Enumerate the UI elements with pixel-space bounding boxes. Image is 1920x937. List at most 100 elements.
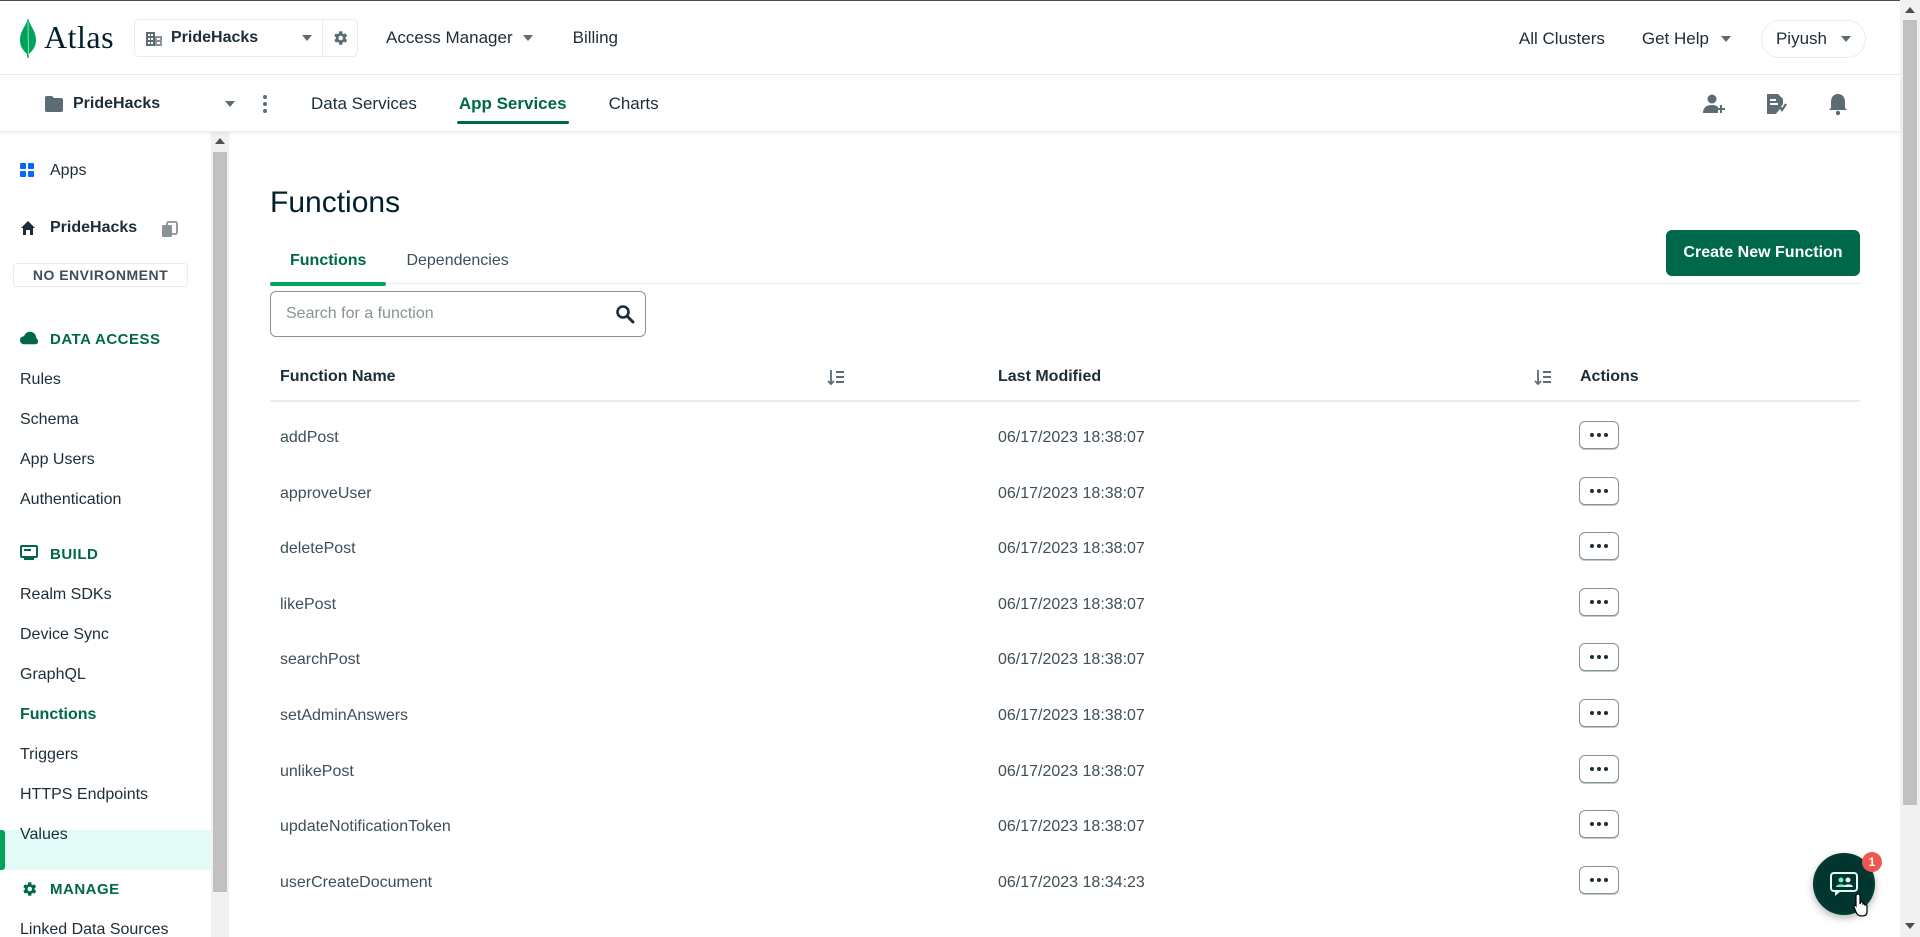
copy-app-id-icon[interactable] — [161, 221, 179, 239]
main-content: Functions Functions Dependencies Create … — [230, 132, 1900, 937]
section-heading-label: MANAGE — [50, 880, 120, 898]
column-header-function-name: Function Name — [280, 368, 396, 385]
organization-selector: PrideHacks — [134, 18, 358, 57]
all-clusters-link[interactable]: All Clusters — [1519, 29, 1605, 49]
row-actions-button[interactable] — [1579, 588, 1619, 616]
last-modified-cell: 06/17/2023 18:38:07 — [998, 651, 1145, 668]
function-name-cell[interactable]: setAdminAnswers — [280, 707, 408, 725]
sidebar-item-triggers[interactable]: Triggers — [20, 746, 78, 764]
sidebar-scrollbar-thumb[interactable] — [213, 152, 227, 892]
last-modified-cell: 06/17/2023 18:38:07 — [998, 429, 1145, 446]
table-row[interactable]: searchPost 06/17/2023 18:38:07 — [270, 633, 1860, 689]
access-manager-menu[interactable]: Access Manager — [386, 28, 533, 48]
function-name-cell[interactable]: approveUser — [280, 485, 372, 503]
service-tabs: Data Services App Services Charts — [311, 76, 701, 132]
search-input[interactable] — [286, 305, 606, 323]
tab-app-services[interactable]: App Services — [456, 76, 569, 132]
table-row[interactable]: likePost 06/17/2023 18:38:07 — [270, 578, 1860, 634]
section-heading-build: BUILD — [20, 545, 98, 563]
chevron-down-icon — [302, 34, 312, 41]
table-row[interactable]: unlikePost 06/17/2023 18:38:07 — [270, 745, 1860, 801]
user-name: Piyush — [1775, 28, 1827, 48]
folder-icon — [45, 95, 63, 112]
sidebar-item-device-sync[interactable]: Device Sync — [20, 626, 109, 644]
gear-icon — [334, 30, 348, 45]
sidebar-item-apps[interactable]: Apps — [20, 162, 86, 180]
tab-charts[interactable]: Charts — [609, 76, 659, 132]
org-dropdown[interactable]: PrideHacks — [135, 19, 323, 56]
row-actions-button[interactable] — [1579, 532, 1619, 560]
row-actions-button[interactable] — [1579, 477, 1619, 505]
billing-link[interactable]: Billing — [573, 28, 618, 48]
search-icon[interactable] — [615, 304, 635, 324]
row-actions-button[interactable] — [1579, 699, 1619, 727]
sidebar-item-realm-sdks[interactable]: Realm SDKs — [20, 586, 112, 604]
table-row[interactable]: approveUser 06/17/2023 18:38:07 — [270, 467, 1860, 523]
last-modified-cell: 06/17/2023 18:38:07 — [998, 763, 1145, 780]
top-nav: Access Manager Billing — [386, 28, 658, 48]
logo-text: Atlas — [44, 19, 115, 55]
get-help-label: Get Help — [1641, 28, 1709, 48]
row-actions-button[interactable] — [1579, 421, 1619, 449]
table-row[interactable]: userCreateDocument 06/17/2023 18:34:23 — [270, 856, 1860, 912]
chevron-down-icon — [1841, 35, 1851, 42]
function-name-cell[interactable]: userCreateDocument — [280, 874, 432, 892]
project-bar: PrideHacks Data Services App Services Ch… — [0, 76, 1900, 132]
hand-cursor-icon — [1853, 893, 1868, 917]
tab-functions[interactable]: Functions — [270, 237, 387, 286]
row-actions-button[interactable] — [1579, 810, 1619, 838]
user-menu[interactable]: Piyush — [1760, 19, 1866, 58]
last-modified-cell: 06/17/2023 18:38:07 — [998, 707, 1145, 724]
add-user-icon[interactable] — [1702, 92, 1726, 116]
scroll-down-icon[interactable] — [1905, 923, 1915, 929]
function-name-cell[interactable]: searchPost — [280, 651, 360, 669]
column-header-actions: Actions — [1580, 368, 1639, 385]
table-row[interactable]: addPost 06/17/2023 18:38:07 — [270, 411, 1860, 467]
table-row[interactable]: updateNotificationToken 06/17/2023 18:38… — [270, 800, 1860, 856]
chevron-down-icon — [225, 100, 235, 107]
activity-feed-icon[interactable] — [1764, 92, 1788, 116]
create-new-function-button[interactable]: Create New Function — [1666, 230, 1860, 276]
project-selector[interactable]: PrideHacks — [45, 95, 235, 113]
table-row[interactable]: deletePost 06/17/2023 18:38:07 — [270, 522, 1860, 578]
function-name-cell[interactable]: unlikePost — [280, 763, 354, 781]
sidebar-item-app-home[interactable]: PrideHacks — [20, 219, 137, 237]
sidebar-item-graphql[interactable]: GraphQL — [20, 666, 86, 684]
scroll-up-icon[interactable] — [215, 138, 225, 144]
section-heading-label: BUILD — [50, 545, 99, 563]
row-actions-button[interactable] — [1579, 755, 1619, 783]
function-name-cell[interactable]: likePost — [280, 596, 336, 614]
function-name-cell[interactable]: addPost — [280, 429, 339, 447]
sidebar-item-schema[interactable]: Schema — [20, 411, 79, 429]
mongodb-leaf-icon — [20, 17, 36, 58]
last-modified-cell: 06/17/2023 18:38:07 — [998, 818, 1145, 835]
sidebar-item-app-users[interactable]: App Users — [20, 451, 95, 469]
sort-icon[interactable] — [1534, 368, 1552, 386]
sidebar-item-label: Apps — [50, 162, 87, 179]
atlas-logo[interactable]: Atlas — [18, 17, 118, 58]
bell-icon[interactable] — [1826, 92, 1850, 116]
environment-badge: NO ENVIRONMENT — [13, 263, 188, 287]
last-modified-cell: 06/17/2023 18:38:07 — [998, 596, 1145, 613]
gear-icon — [20, 880, 38, 898]
function-name-cell[interactable]: updateNotificationToken — [280, 818, 451, 836]
get-help-menu[interactable]: Get Help — [1642, 29, 1731, 49]
sidebar-item-authentication[interactable]: Authentication — [20, 491, 121, 509]
scroll-up-icon[interactable] — [1905, 7, 1915, 13]
last-modified-cell: 06/17/2023 18:38:07 — [998, 485, 1145, 502]
row-actions-button[interactable] — [1579, 866, 1619, 894]
sidebar-item-https-endpoints[interactable]: HTTPS Endpoints — [20, 786, 148, 804]
tab-data-services[interactable]: Data Services — [311, 76, 417, 132]
sidebar-item-values[interactable]: Values — [20, 826, 68, 844]
table-row[interactable]: setAdminAnswers 06/17/2023 18:38:07 — [270, 689, 1860, 745]
tab-dependencies[interactable]: Dependencies — [386, 237, 528, 284]
project-options-icon[interactable] — [255, 94, 275, 113]
sort-icon[interactable] — [827, 368, 845, 386]
org-settings-button[interactable] — [323, 20, 357, 56]
sidebar-item-rules[interactable]: Rules — [20, 371, 61, 389]
sidebar-item-linked-data-sources[interactable]: Linked Data Sources — [20, 921, 169, 937]
function-name-cell[interactable]: deletePost — [280, 540, 356, 558]
page-scrollbar-thumb[interactable] — [1903, 20, 1917, 805]
sidebar-item-functions[interactable]: Functions — [20, 706, 96, 724]
row-actions-button[interactable] — [1579, 643, 1619, 671]
